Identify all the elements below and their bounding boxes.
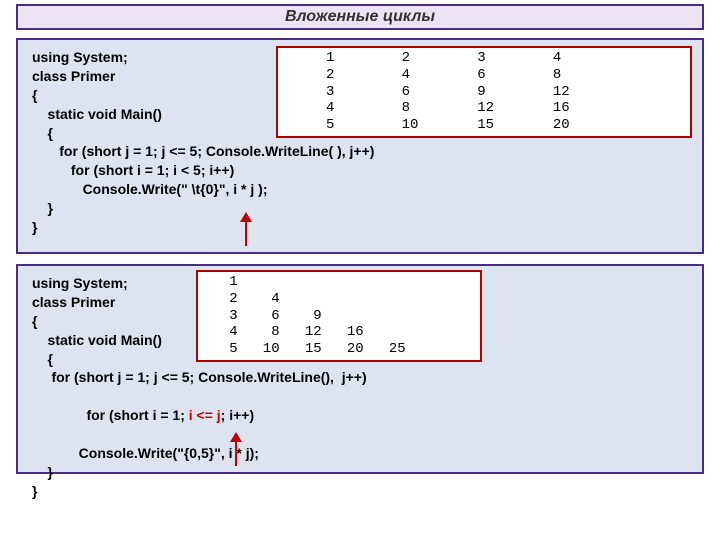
- code-line: for (short j = 1; j <= 5; Console.WriteL…: [32, 368, 688, 387]
- output-row: 5 10 15 20 25: [204, 341, 474, 358]
- code-block-1: using System;class Primer{ static void M…: [16, 38, 704, 254]
- page-title: Вложенные циклы: [285, 8, 435, 25]
- output-row: 4 8 12 16: [204, 324, 474, 341]
- code-line: for (short j = 1; j <= 5; Console.WriteL…: [32, 142, 688, 161]
- output-row: 2 4: [204, 291, 474, 308]
- output-box-1: 1 2 3 4 2 4 6 8 3 6 9 12 4 8 12 16 5 10 …: [276, 46, 692, 138]
- output-row: 4 8 12 16: [284, 100, 684, 117]
- code-listing-2-after: Console.Write("{0,5}", i * j); }}: [32, 444, 688, 501]
- code-line-inner-for: for (short i = 1; i <= j; i++): [32, 387, 688, 444]
- output-row: 1 2 3 4: [284, 50, 684, 67]
- output-row: 5 10 15 20: [284, 117, 684, 134]
- output-box-2: 1 2 4 3 6 9 4 8 12 16 5 10 15 20 25: [196, 270, 482, 362]
- code-line: }: [32, 482, 688, 501]
- code-line: for (short i = 1; i < 5; i++): [32, 161, 688, 180]
- output-row: 3 6 9 12: [284, 84, 684, 101]
- code-block-2: using System;class Primer{ static void M…: [16, 264, 704, 474]
- output-row: 3 6 9: [204, 308, 474, 325]
- code-line: }: [32, 463, 688, 482]
- loop-condition-highlight: i <= j: [189, 407, 221, 423]
- title-bar: Вложенные циклы: [16, 4, 704, 30]
- output-row: 1: [204, 274, 474, 291]
- output-row: 2 4 6 8: [284, 67, 684, 84]
- code-line: }: [32, 199, 688, 218]
- code-line: }: [32, 218, 688, 237]
- code-line: Console.Write("{0,5}", i * j);: [32, 444, 688, 463]
- code-line: Console.Write(" \t{0}", i * j );: [32, 180, 688, 199]
